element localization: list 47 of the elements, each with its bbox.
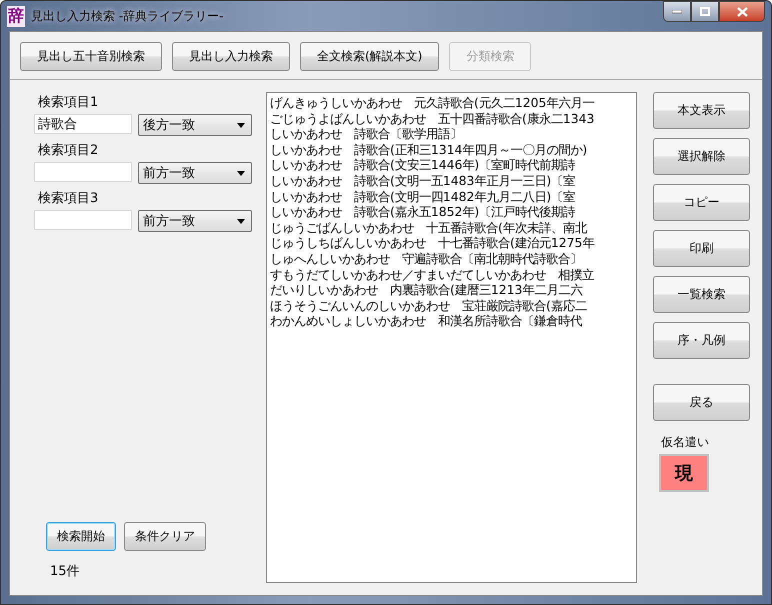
result-item[interactable]: だいりしいかあわせ 内裏詩歌合(建暦三1213年二月二六: [270, 282, 636, 298]
search-field[interactable]: [34, 210, 132, 230]
result-item[interactable]: わかんめいしょしいかあわせ 和漢名所詩歌合〔鎌倉時代: [270, 313, 636, 329]
side-button[interactable]: 一覧検索: [653, 276, 750, 313]
side-button[interactable]: 戻る: [653, 384, 750, 421]
minimize-icon[interactable]: [663, 1, 691, 22]
result-item[interactable]: ほうそうごんいんのしいかあわせ 宝荘厳院詩歌合(嘉応二: [270, 298, 636, 314]
caret-icon: [237, 170, 245, 176]
kana-button[interactable]: 現: [659, 454, 709, 492]
match-dropdown[interactable]: 前方一致: [138, 210, 252, 232]
result-item[interactable]: しいかあわせ 詩歌合(文安三1446年)〔室町時代前期詩: [270, 157, 636, 173]
field-label: 検索項目3: [38, 190, 100, 207]
toolbar-button[interactable]: 見出し入力検索: [172, 42, 290, 71]
search-field[interactable]: [34, 162, 132, 182]
side-button[interactable]: 序・凡例: [653, 322, 750, 359]
result-item[interactable]: じゅうしちばんしいかあわせ 十七番詩歌合(建治元1275年: [270, 235, 636, 251]
side-button[interactable]: コピー: [653, 184, 750, 221]
result-item[interactable]: げんきゅうしいかあわせ 元久詩歌合(元久二1205年六月一: [270, 95, 636, 111]
toolbar-button[interactable]: 全文検索(解説本文): [300, 42, 440, 71]
search-field[interactable]: 詩歌合: [34, 114, 132, 134]
toolbar-button[interactable]: 見出し五十音別検索: [20, 42, 162, 71]
result-item[interactable]: しいかあわせ 詩歌合(嘉永五1852年)〔江戸時代後期詩: [270, 204, 636, 220]
window-title: 見出し入力検索 -辞典ライブラリー-: [31, 8, 224, 24]
result-count: 15件: [50, 563, 81, 580]
app-icon: 辞: [7, 6, 25, 26]
result-item[interactable]: しいかあわせ 詩歌合(文明一四1482年九月二八日)〔室: [270, 188, 636, 204]
result-item[interactable]: じゅうごばんしいかあわせ 十五番詩歌合(年次未詳、南北: [270, 220, 636, 236]
action-button[interactable]: 検索開始: [46, 522, 116, 551]
result-item[interactable]: すもうだてしいかあわせ／すまいだてしいかあわせ 相撲立: [270, 266, 636, 282]
close-icon[interactable]: [719, 1, 765, 22]
kana-label: 仮名遣い: [661, 434, 710, 451]
result-item[interactable]: しいかあわせ 詩歌合(正和三1314年四月～一〇月の間か): [270, 142, 636, 158]
caret-icon: [237, 122, 245, 128]
field-label: 検索項目1: [38, 94, 100, 111]
side-button[interactable]: 選択解除: [653, 138, 750, 175]
result-item[interactable]: しいかあわせ 詩歌合〔歌学用語〕: [270, 126, 636, 142]
result-item[interactable]: ごじゅうよばんしいかあわせ 五十四番詩歌合(康永二1343: [270, 110, 636, 126]
side-button[interactable]: 印刷: [653, 230, 750, 267]
match-dropdown[interactable]: 後方一致: [138, 114, 252, 136]
caret-icon: [237, 218, 245, 224]
match-dropdown[interactable]: 前方一致: [138, 162, 252, 184]
side-button[interactable]: 本文表示: [653, 92, 750, 129]
field-label: 検索項目2: [38, 142, 100, 159]
result-item[interactable]: しいかあわせ 詩歌合(文明一五1483年正月一三日)〔室: [270, 172, 636, 189]
maximize-icon[interactable]: [691, 1, 719, 22]
result-item[interactable]: しゅへんしいかあわせ 守遍詩歌合〔南北朝時代詩歌合〕: [270, 250, 636, 267]
action-button[interactable]: 条件クリア: [124, 522, 206, 551]
